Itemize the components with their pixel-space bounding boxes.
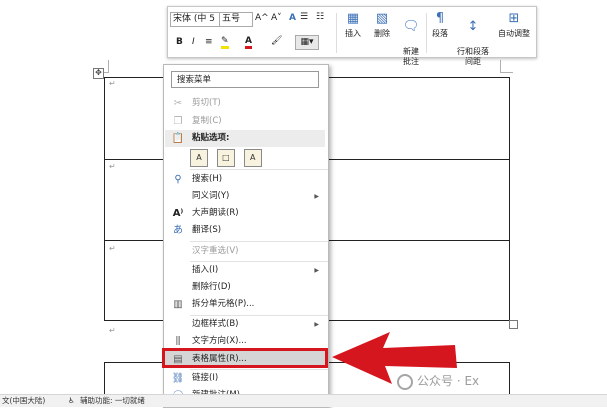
accessibility-icon: ♿ bbox=[68, 396, 75, 405]
status-accessibility[interactable]: 辅助功能: 一切就绪 bbox=[80, 395, 145, 407]
red-arrow-icon bbox=[332, 332, 457, 384]
watermark-text: 公众号 · Ex bbox=[417, 374, 480, 388]
status-language[interactable]: 文(中国大陆) bbox=[2, 395, 45, 407]
watermark: 公众号 · Ex bbox=[397, 372, 479, 390]
status-bar: 文(中国大陆) ♿ 辅助功能: 一切就绪 bbox=[0, 394, 607, 407]
watermark-logo-icon bbox=[397, 373, 413, 390]
